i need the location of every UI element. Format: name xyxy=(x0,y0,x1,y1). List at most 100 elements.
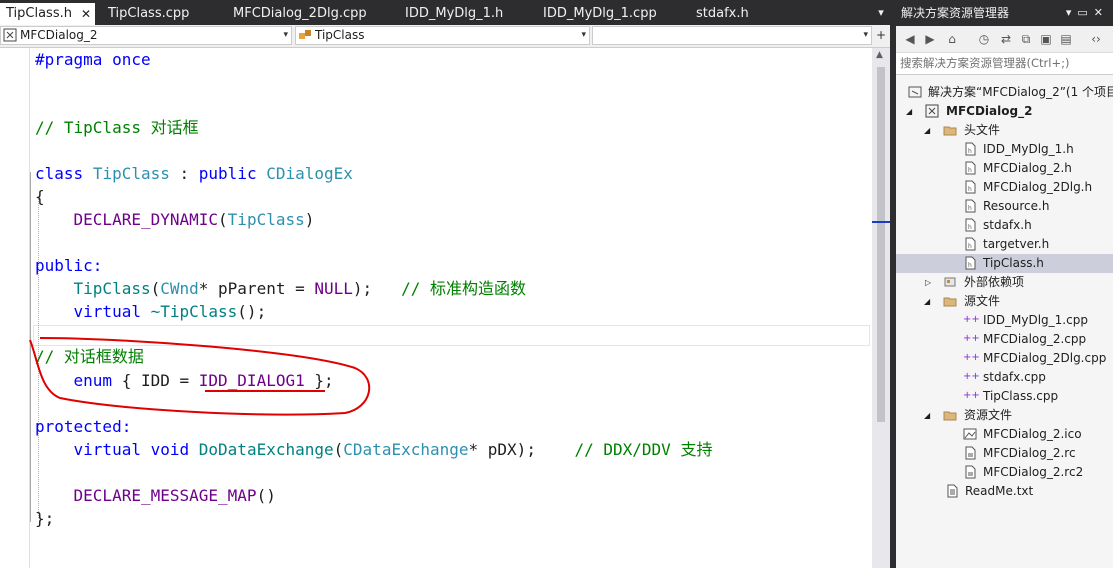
tree-item-label: 外部依赖项 xyxy=(964,275,1025,289)
svg-text:h: h xyxy=(968,205,972,212)
code-line-4: { xyxy=(35,185,45,208)
tree-item-label: MFCDialog_2.h xyxy=(983,161,1072,175)
header-file-icon: h xyxy=(965,256,976,270)
tree-item-label: 源文件 xyxy=(964,294,1001,308)
code-line-1: #pragma once xyxy=(35,48,151,71)
expanded-arrow-icon[interactable]: ◢ xyxy=(924,292,930,311)
tree-item-file[interactable]: MFCDialog_2.rc xyxy=(896,444,1113,463)
tree-item-label: stdafx.cpp xyxy=(983,370,1046,384)
class-name: CDialogEx xyxy=(266,164,353,183)
svg-text:h: h xyxy=(968,243,972,250)
code-line-8: virtual ~TipClass(); xyxy=(35,300,267,323)
tab-idd-mydlg-1-h[interactable]: IDD_MyDlg_1.h xyxy=(405,3,503,25)
svg-text:h: h xyxy=(968,262,972,269)
collapsed-arrow-icon[interactable]: ▷ xyxy=(925,273,931,292)
code-text: }; xyxy=(304,371,334,390)
tree-item-file[interactable]: ++ IDD_MyDlg_1.cpp xyxy=(896,311,1113,330)
tab-overflow-dropdown-icon[interactable]: ▾ xyxy=(874,4,888,22)
forward-icon[interactable]: ▶ xyxy=(922,31,938,47)
tab-tipclass-cpp[interactable]: TipClass.cpp xyxy=(108,3,189,25)
tree-item-source-files[interactable]: ◢ 源文件 xyxy=(896,292,1113,311)
tree-item-external-deps[interactable]: ▷ 外部依赖项 xyxy=(896,273,1113,292)
tree-item-file[interactable]: ReadMe.txt xyxy=(896,482,1113,501)
tree-item-file[interactable]: h MFCDialog_2.h xyxy=(896,159,1113,178)
keyword: virtual xyxy=(73,440,141,459)
collapse-all-icon[interactable]: ⧉ xyxy=(1018,31,1034,47)
tree-item-label: TipClass.h xyxy=(983,256,1044,270)
resource-file-icon xyxy=(965,446,976,460)
keyword: virtual xyxy=(73,302,141,321)
svg-text:h: h xyxy=(968,186,972,193)
history-icon[interactable]: ◷ xyxy=(976,31,992,47)
properties-icon[interactable]: ▤ xyxy=(1058,31,1074,47)
expanded-arrow-icon[interactable]: ◢ xyxy=(924,406,930,425)
code-line-13: DECLARE_MESSAGE_MAP() xyxy=(35,484,276,507)
scope-dropdown[interactable]: TipClass ▾ xyxy=(295,26,590,45)
code-text: ) xyxy=(304,210,315,229)
image-file-icon xyxy=(963,428,977,440)
close-icon[interactable]: ✕ xyxy=(81,3,91,25)
header-file-icon: h xyxy=(965,161,976,175)
tree-item-label: MFCDialog_2.cpp xyxy=(983,332,1087,346)
panel-window-controls[interactable]: ▾▭✕ xyxy=(1066,0,1109,26)
tree-item-file-selected[interactable]: h TipClass.h xyxy=(896,254,1113,273)
tab-label: IDD_MyDlg_1.h xyxy=(405,6,504,21)
editor-vertical-scrollbar[interactable]: ▲ xyxy=(872,48,890,568)
macro: DECLARE_DYNAMIC xyxy=(73,210,219,229)
code-text: ( xyxy=(333,440,344,459)
tree-item-file[interactable]: MFCDialog_2.rc2 xyxy=(896,463,1113,482)
cpp-file-icon: ++ xyxy=(963,390,980,401)
cpp-file-icon: ++ xyxy=(963,371,980,382)
tree-item-resource-files[interactable]: ◢ 资源文件 xyxy=(896,406,1113,425)
show-all-files-icon[interactable]: ▣ xyxy=(1038,31,1054,47)
project-dropdown[interactable]: MFCDialog_2 ▾ xyxy=(0,26,292,45)
tab-stdafx-h[interactable]: stdafx.h xyxy=(696,3,749,25)
tab-label: IDD_MyDlg_1.cpp xyxy=(543,6,657,21)
member-dropdown[interactable]: ▾ xyxy=(592,26,872,45)
code-text: : xyxy=(169,164,199,183)
tree-item-file[interactable]: h MFCDialog_2Dlg.h xyxy=(896,178,1113,197)
tree-item-file[interactable]: MFCDialog_2.ico xyxy=(896,425,1113,444)
folder-icon xyxy=(943,411,957,421)
cpp-file-icon: ++ xyxy=(963,314,980,325)
header-file-icon: h xyxy=(965,237,976,251)
svg-text:h: h xyxy=(968,148,972,155)
comment: // 标准构造函数 xyxy=(401,279,526,298)
tree-item-file[interactable]: ++ MFCDialog_2Dlg.cpp xyxy=(896,349,1113,368)
preprocessor-directive: #pragma once xyxy=(35,50,151,69)
solution-search-input[interactable]: 搜索解决方案资源管理器(Ctrl+;) xyxy=(896,53,1113,75)
chevron-down-icon: ▾ xyxy=(581,30,586,40)
split-window-icon[interactable]: + xyxy=(874,27,888,44)
tree-item-file[interactable]: ++ TipClass.cpp xyxy=(896,387,1113,406)
expanded-arrow-icon[interactable]: ◢ xyxy=(924,121,930,140)
home-icon[interactable]: ⌂ xyxy=(944,31,960,47)
current-line-highlight xyxy=(33,325,870,346)
scrollbar-thumb[interactable] xyxy=(877,67,885,422)
project-icon xyxy=(925,104,939,118)
class-name: CWnd xyxy=(160,279,199,298)
expanded-arrow-icon[interactable]: ◢ xyxy=(906,102,912,121)
tree-item-solution[interactable]: 解决方案“MFCDialog_2”(1 个项目 xyxy=(896,83,1113,102)
tab-idd-mydlg-1-cpp[interactable]: IDD_MyDlg_1.cpp xyxy=(543,3,657,25)
code-text: { xyxy=(35,187,45,206)
macro: DECLARE_MESSAGE_MAP xyxy=(73,486,257,505)
tree-item-header-files[interactable]: ◢ 头文件 xyxy=(896,121,1113,140)
code-editor[interactable]: #pragma once // TipClass 对话框 class TipCl… xyxy=(0,48,872,568)
view-code-icon[interactable]: ‹› xyxy=(1088,31,1104,47)
scroll-up-icon[interactable]: ▲ xyxy=(876,50,883,60)
sync-icon[interactable]: ⇄ xyxy=(998,31,1014,47)
tree-item-file[interactable]: h targetver.h xyxy=(896,235,1113,254)
tree-item-file[interactable]: h IDD_MyDlg_1.h xyxy=(896,140,1113,159)
comment: // 对话框数据 xyxy=(35,347,144,366)
tree-item-project[interactable]: ◢ MFCDialog_2 xyxy=(896,102,1113,121)
code-text: (); xyxy=(237,302,267,321)
tree-item-file[interactable]: ++ MFCDialog_2.cpp xyxy=(896,330,1113,349)
class-name: CDataExchange xyxy=(343,440,469,459)
code-line-2: // TipClass 对话框 xyxy=(35,116,199,139)
tab-mfcdialog-2dlg-cpp[interactable]: MFCDialog_2Dlg.cpp xyxy=(233,3,367,25)
back-icon[interactable]: ◀ xyxy=(902,31,918,47)
tree-item-file[interactable]: h Resource.h xyxy=(896,197,1113,216)
tab-tipclass-h[interactable]: TipClass.h ✕ xyxy=(0,3,95,25)
tree-item-file[interactable]: h stdafx.h xyxy=(896,216,1113,235)
tree-item-file[interactable]: ++ stdafx.cpp xyxy=(896,368,1113,387)
